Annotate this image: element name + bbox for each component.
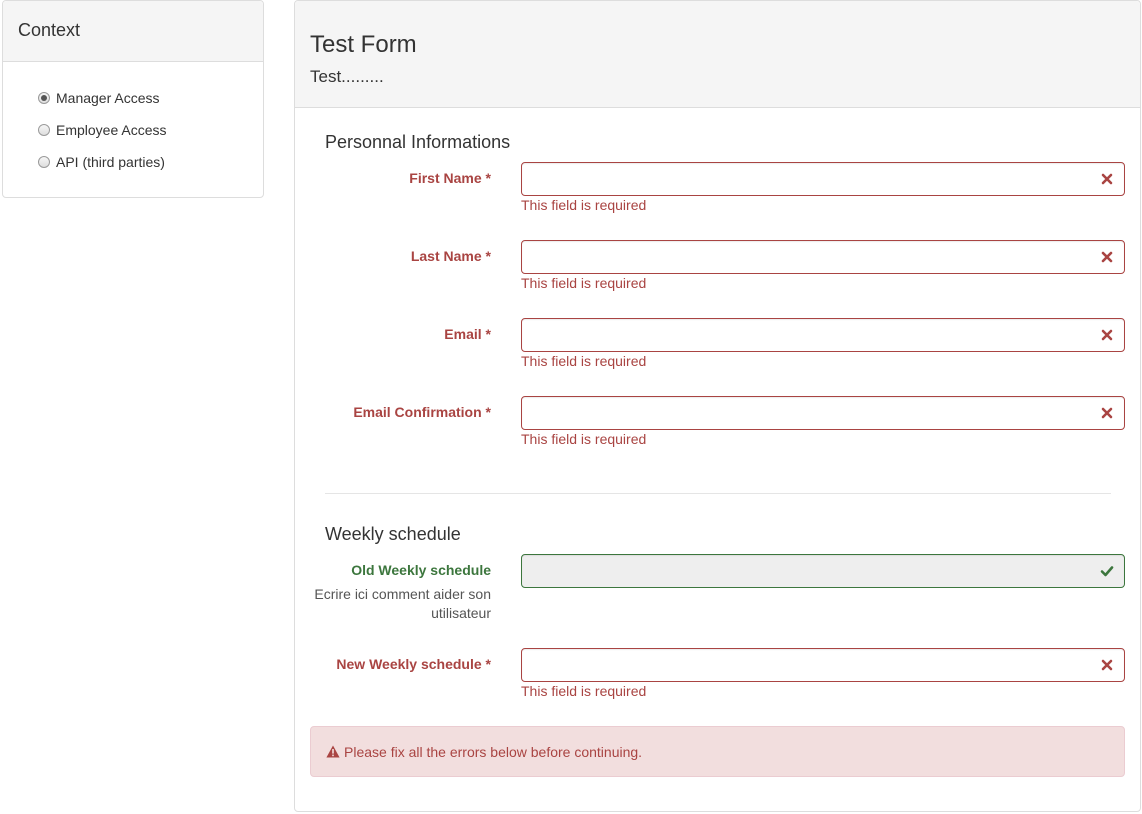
section-title-personal: Personnal Informations [325, 132, 511, 152]
first-name-error: This field is required [521, 197, 647, 213]
radio-label: Manager Access [56, 90, 160, 106]
first-name-input[interactable] [521, 162, 1125, 196]
last-name-label: Last Name * [410, 248, 491, 264]
form-panel-heading: Test Form Test......... [295, 1, 1140, 108]
radio-employee-access[interactable]: Employee Access [38, 120, 167, 140]
email-confirmation-input[interactable] [521, 396, 1125, 430]
error-alert: Please fix all the errors below before c… [310, 726, 1125, 777]
email-label: Email * [444, 326, 491, 342]
old-weekly-schedule-label: Old Weekly schedule [351, 562, 491, 578]
form-subtitle: Test......... [310, 67, 384, 86]
remove-icon [1101, 329, 1113, 341]
radio-api-third-parties[interactable]: API (third parties) [38, 152, 165, 172]
section-title-weekly-schedule: Weekly schedule [325, 524, 461, 544]
email-error: This field is required [521, 353, 647, 369]
radio-button-checked[interactable] [38, 92, 50, 104]
old-weekly-schedule-input[interactable] [521, 554, 1125, 588]
context-panel-heading: Context [3, 1, 263, 62]
radio-button[interactable] [38, 156, 50, 168]
remove-icon [1101, 659, 1113, 671]
warning-triangle-icon [326, 745, 340, 758]
new-weekly-schedule-error: This field is required [521, 683, 647, 699]
last-name-error: This field is required [521, 275, 647, 291]
radio-label: Employee Access [56, 122, 167, 138]
context-title: Context [18, 20, 81, 40]
radio-manager-access[interactable]: Manager Access [38, 88, 160, 108]
new-weekly-schedule-input[interactable] [521, 648, 1125, 682]
ok-icon [1100, 566, 1114, 577]
email-confirmation-label: Email Confirmation * [353, 404, 491, 420]
context-panel: Context Manager Access Employee Access A… [2, 0, 264, 198]
email-confirmation-error: This field is required [521, 431, 647, 447]
email-input[interactable] [521, 318, 1125, 352]
radio-button[interactable] [38, 124, 50, 136]
remove-icon [1101, 407, 1113, 419]
old-weekly-schedule-help: Ecrire ici comment aider son utilisateur [314, 586, 491, 621]
form-panel: Test Form Test......... Personnal Inform… [294, 0, 1141, 812]
radio-label: API (third parties) [56, 154, 165, 170]
last-name-input[interactable] [521, 240, 1125, 274]
first-name-label: First Name * [409, 170, 491, 186]
section-divider [325, 493, 1111, 494]
alert-message: Please fix all the errors below before c… [344, 743, 643, 760]
form-title: Test Form [310, 31, 417, 58]
remove-icon [1101, 251, 1113, 263]
remove-icon [1101, 173, 1113, 185]
new-weekly-schedule-label: New Weekly schedule * [336, 656, 491, 672]
